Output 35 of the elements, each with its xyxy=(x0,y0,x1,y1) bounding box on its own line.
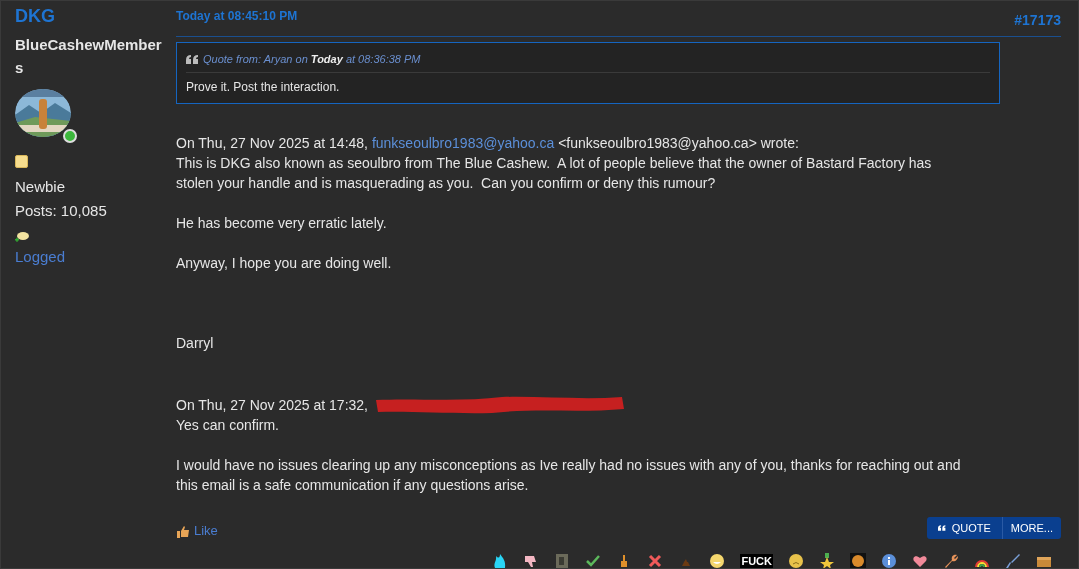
reaction-badge[interactable]: FUCK xyxy=(740,554,773,568)
more-button[interactable]: MORE... xyxy=(1001,517,1061,539)
poster-name[interactable]: DKG xyxy=(15,5,55,27)
info-icon[interactable] xyxy=(881,553,897,568)
email-header: On Thu, 27 Nov 2025 at 17:32, xyxy=(176,396,368,415)
chat-bubbles-icon[interactable] xyxy=(15,231,29,243)
check-icon[interactable] xyxy=(585,553,602,568)
like-button[interactable]: Like xyxy=(176,521,218,541)
email-paragraph: Anyway, I hope you are doing well. xyxy=(176,254,393,273)
email-paragraph: Darryl xyxy=(176,334,215,353)
medal-star-icon[interactable] xyxy=(819,553,835,568)
quote-mark-icon xyxy=(186,54,199,64)
post-count: Posts: 10,085 xyxy=(15,201,107,221)
email-paragraph: He has become very erratic lately. xyxy=(176,214,388,233)
quote-button[interactable]: QUOTE xyxy=(926,517,1002,539)
email-paragraph: This is DKG also known as seoulbro from The Blue Cashew. A lot of people believe that the owner of Bastard Factory has stolen your handle and is masquerading as you. Can you confirm or deny this rumour? xyxy=(176,154,933,193)
email-line: Yes can confirm. xyxy=(176,416,280,435)
quote-header: Quote from: Aryan on Today at 08:36:38 PM xyxy=(203,52,421,67)
post-number[interactable]: #17173 xyxy=(1014,10,1061,30)
wrench-icon[interactable] xyxy=(943,553,959,568)
thumbs-up-icon xyxy=(176,524,190,538)
smile-icon[interactable] xyxy=(709,553,726,568)
email-paragraph: I would have no issues clearing up any misconceptions as Ive really had no issues with any of you, thanks for reaching out and this email is a safe communication if any questions arise. xyxy=(176,456,962,495)
heart-icon[interactable] xyxy=(912,553,928,568)
quote-text: Prove it. Post the interaction. xyxy=(186,79,341,96)
logged-link[interactable]: Logged xyxy=(15,247,66,267)
brush-icon[interactable] xyxy=(1005,553,1021,568)
cross-icon[interactable] xyxy=(647,553,664,568)
frown-icon[interactable] xyxy=(788,553,804,568)
email-header: On Thu, 27 Nov 2025 at 14:48, funkseoulbro1983@yahoo.ca <funkseoulbro1983@yahoo.ca> wrote: xyxy=(176,134,800,153)
quote-mark-icon xyxy=(937,525,946,531)
member-rank: Newbie xyxy=(15,177,66,197)
post-date[interactable]: Today at 08:45:10 PM xyxy=(176,9,298,23)
member-group: BlueCashewMembers xyxy=(15,33,163,79)
email-link[interactable]: funkseoulbro1983@yahoo.ca xyxy=(371,135,555,151)
